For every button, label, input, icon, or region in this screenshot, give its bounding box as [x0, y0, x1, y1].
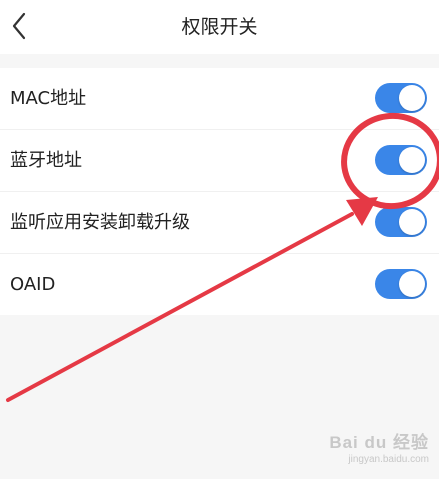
setting-label: MAC地址 [10, 88, 87, 109]
setting-row-mac: MAC地址 [0, 68, 439, 130]
setting-label: 蓝牙地址 [10, 150, 82, 171]
toggle-knob [399, 85, 425, 111]
setting-label: OAID [10, 274, 56, 295]
watermark: Bai du 经验 jingyan.baidu.com [329, 428, 429, 465]
bluetooth-toggle[interactable] [375, 145, 427, 175]
mac-toggle[interactable] [375, 83, 427, 113]
setting-label: 监听应用安装卸载升级 [10, 212, 190, 233]
settings-list: MAC地址 蓝牙地址 监听应用安装卸载升级 OAID [0, 68, 439, 315]
oaid-toggle[interactable] [375, 269, 427, 299]
top-bar: 权限开关 [0, 0, 439, 54]
toggle-knob [399, 147, 425, 173]
toggle-knob [399, 271, 425, 297]
setting-row-oaid: OAID [0, 254, 439, 315]
setting-row-app-install: 监听应用安装卸载升级 [0, 192, 439, 254]
app-install-toggle[interactable] [375, 207, 427, 237]
watermark-url: jingyan.baidu.com [348, 454, 429, 465]
toggle-knob [399, 209, 425, 235]
page-title: 权限开关 [181, 16, 258, 38]
watermark-brand: Bai du 经验 [329, 433, 429, 452]
setting-row-bluetooth: 蓝牙地址 [0, 130, 439, 192]
